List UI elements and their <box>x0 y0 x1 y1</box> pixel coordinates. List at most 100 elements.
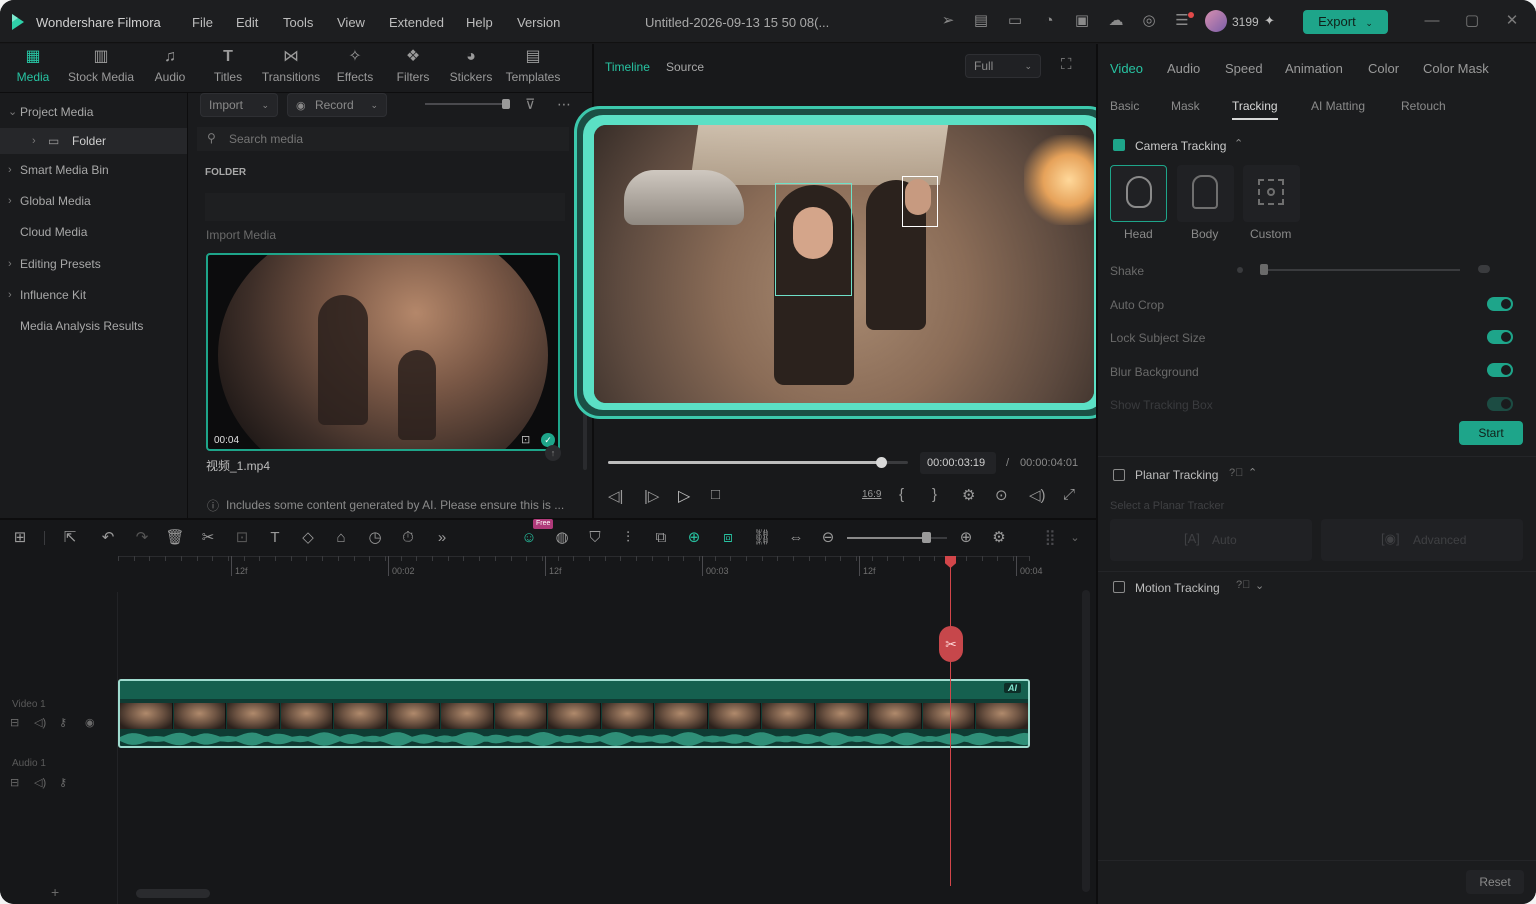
sidebar-item-media-analysis[interactable]: Media Analysis Results <box>0 313 187 339</box>
reset-button[interactable]: Reset <box>1466 870 1524 894</box>
save-icon[interactable]: ▣ <box>1073 12 1091 30</box>
sidebar-item-global-media[interactable]: › Global Media <box>0 188 187 214</box>
menu-tools[interactable]: Tools <box>283 15 313 30</box>
stop-icon[interactable]: □ <box>711 486 720 503</box>
sidebar-item-cloud-media[interactable]: Cloud Media <box>0 219 187 245</box>
link-icon[interactable]: ⛓ <box>752 528 772 548</box>
show-tracking-box-toggle[interactable] <box>1487 397 1513 411</box>
chevron-down-icon[interactable]: ⌄ <box>1065 528 1085 548</box>
search-input[interactable] <box>229 129 549 149</box>
select-tool-icon[interactable]: ⇱ <box>60 528 80 548</box>
send-icon[interactable]: ➢ <box>939 12 957 30</box>
sidebar-item-folder[interactable]: › ▭ Folder <box>0 128 187 154</box>
playback-progress-track[interactable] <box>608 461 908 464</box>
speed-icon[interactable]: ◷ <box>365 528 385 548</box>
scene-detect-icon[interactable]: ⧉ <box>651 528 671 548</box>
sidebar-item-project-media[interactable]: ⌄ Project Media <box>0 99 187 125</box>
timeline-settings-icon[interactable]: ⚙ <box>989 528 1009 548</box>
camera-icon[interactable]: ⊙ <box>995 486 1008 504</box>
zoom-slider[interactable] <box>847 537 947 539</box>
tab-animation[interactable]: Animation <box>1285 61 1343 76</box>
auto-crop-toggle[interactable] <box>1487 297 1513 311</box>
planar-auto-button[interactable]: [A] Auto <box>1110 519 1312 561</box>
camera-tracking-checkbox[interactable] <box>1113 139 1125 151</box>
help-icon[interactable]: ?⃝ <box>1229 467 1243 479</box>
timer-icon[interactable]: ⏱ <box>398 528 418 548</box>
menu-extended[interactable]: Extended <box>389 15 444 30</box>
ai-face-icon[interactable]: ☺ <box>519 528 539 548</box>
fullscreen-icon[interactable]: ⤢ <box>1063 486 1075 503</box>
menu-file[interactable]: File <box>192 15 213 30</box>
menu-edit[interactable]: Edit <box>236 15 258 30</box>
tab-color-mask[interactable]: Color Mask <box>1423 61 1489 76</box>
menu-view[interactable]: View <box>337 15 365 30</box>
head-tracking-box[interactable] <box>775 183 852 296</box>
tab-titles[interactable]: T Titles <box>208 48 248 84</box>
import-dropdown[interactable]: Import ⌄ <box>200 93 278 117</box>
minimize-icon[interactable]: — <box>1423 12 1441 30</box>
settings-icon[interactable]: ⚙ <box>962 486 975 504</box>
tag-icon[interactable]: ⌂ <box>331 528 351 548</box>
layout-grid-icon[interactable]: ⊞ <box>10 528 30 548</box>
mark-in-icon[interactable]: { <box>899 486 904 503</box>
undo-icon[interactable]: ↶ <box>98 528 118 548</box>
folder-icon[interactable]: ⊟ <box>10 776 19 789</box>
cloud-upload-icon[interactable]: ☁ <box>1107 12 1125 30</box>
redo-icon[interactable]: ↷ <box>132 528 152 548</box>
add-track-icon[interactable]: + <box>51 884 59 900</box>
delete-icon[interactable]: 🗑 <box>165 528 185 548</box>
subtab-tracking[interactable]: Tracking <box>1232 99 1278 113</box>
tab-stock-media[interactable]: ▥ Stock Media <box>64 48 138 84</box>
tab-transitions[interactable]: ⋈ Transitions <box>258 48 324 84</box>
track-mode-head[interactable] <box>1110 165 1167 222</box>
start-tracking-button[interactable]: Start <box>1459 421 1523 445</box>
subtab-retouch[interactable]: Retouch <box>1401 99 1446 113</box>
tab-effects[interactable]: ✧ Effects <box>334 48 376 84</box>
secondary-tracking-box[interactable] <box>902 176 938 227</box>
snap-icon[interactable]: ⊕ <box>684 528 704 548</box>
tab-source[interactable]: Source <box>666 60 704 74</box>
folder-drop-area[interactable] <box>205 193 565 221</box>
subtab-mask[interactable]: Mask <box>1171 99 1200 113</box>
text-icon[interactable]: T <box>265 528 285 548</box>
maximize-icon[interactable]: ▢ <box>1463 12 1481 30</box>
record-dropdown[interactable]: ◉ Record ⌄ <box>287 93 387 117</box>
quality-select[interactable]: Full ⌄ <box>965 54 1041 78</box>
tab-filters[interactable]: ❖ Filters <box>394 48 432 84</box>
media-clip-thumbnail[interactable]: 00:04 ⊡ ✓ <box>206 253 560 451</box>
more-options-icon[interactable]: ⋯ <box>557 96 571 113</box>
tab-audio[interactable]: ♫ Audio <box>150 48 190 84</box>
lock-icon[interactable]: ⚷ <box>59 716 67 729</box>
shake-toggle[interactable] <box>1478 265 1490 273</box>
tab-audio-props[interactable]: Audio <box>1167 61 1200 76</box>
auto-beat-icon[interactable]: ◍ <box>552 528 572 548</box>
lock-subject-size-toggle[interactable] <box>1487 330 1513 344</box>
playhead-line[interactable] <box>950 558 951 886</box>
shape-icon[interactable]: ◇ <box>298 528 318 548</box>
split-scissors-icon[interactable]: ✂ <box>939 626 963 662</box>
previous-frame-icon[interactable]: ◁| <box>608 487 623 505</box>
step-play-icon[interactable]: |▷ <box>644 487 659 505</box>
thumbnail-size-slider[interactable] <box>425 103 510 105</box>
chevron-down-icon[interactable]: ⌄ <box>1255 579 1264 592</box>
snapshot-view-icon[interactable]: ⛶ <box>1061 56 1072 73</box>
zoom-in-icon[interactable]: ⊕ <box>956 528 976 548</box>
more-tools-icon[interactable]: » <box>432 528 452 548</box>
shield-icon[interactable]: ⛉ <box>585 528 605 548</box>
aspect-ratio-button[interactable]: 16:9 <box>862 489 881 500</box>
tab-video[interactable]: Video <box>1110 61 1143 76</box>
planar-advanced-button[interactable]: [◉] Advanced <box>1321 519 1523 561</box>
sidebar-item-smart-media-bin[interactable]: › Smart Media Bin <box>0 157 187 183</box>
planar-tracking-checkbox[interactable] <box>1113 469 1125 481</box>
tab-timeline[interactable]: Timeline <box>605 60 650 74</box>
mark-out-icon[interactable]: } <box>932 486 937 503</box>
crop-icon[interactable]: ⊡ <box>232 528 252 548</box>
sidebar-item-influence-kit[interactable]: › Influence Kit <box>0 282 187 308</box>
volume-icon[interactable]: ◁) <box>1029 486 1046 504</box>
lock-icon[interactable]: ⚷ <box>59 776 67 789</box>
zoom-out-icon[interactable]: ⊖ <box>818 528 838 548</box>
sidebar-item-editing-presets[interactable]: › Editing Presets <box>0 251 187 277</box>
tab-color[interactable]: Color <box>1368 61 1399 76</box>
search-bar[interactable]: ⚲ <box>197 127 569 151</box>
support-icon[interactable]: ◎ <box>1140 12 1158 30</box>
